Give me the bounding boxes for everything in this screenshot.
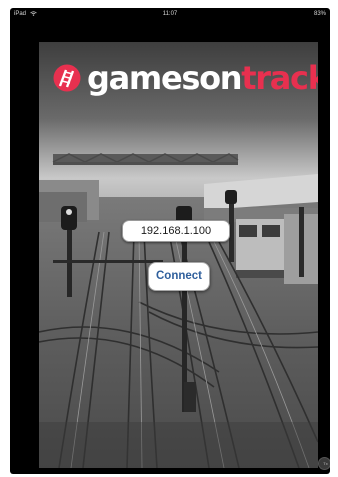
assistive-touch-label: Tx (323, 461, 328, 466)
status-time: 11:07 (162, 11, 178, 17)
train-bridge-logo-icon (53, 64, 81, 92)
logo-wordmark: gamesontrack (87, 60, 318, 96)
status-battery: 83% (313, 11, 326, 17)
device-frame: iPad 11:07 83% gamesontrac 192.168.1.100… (10, 8, 330, 474)
assistive-touch-button[interactable]: Tx (318, 457, 330, 470)
ip-address-input[interactable] (122, 220, 230, 242)
connect-button[interactable]: Connect (148, 262, 210, 291)
status-bar: iPad 11:07 83% (10, 8, 330, 20)
logo-text-gameson: gameson (87, 59, 243, 97)
railway-yard-background-image (39, 42, 318, 468)
app-screen: gamesontrack Connect (39, 42, 318, 468)
logo-text-track: track (241, 59, 318, 97)
gamesontrack-logo: gamesontrack (53, 60, 318, 96)
